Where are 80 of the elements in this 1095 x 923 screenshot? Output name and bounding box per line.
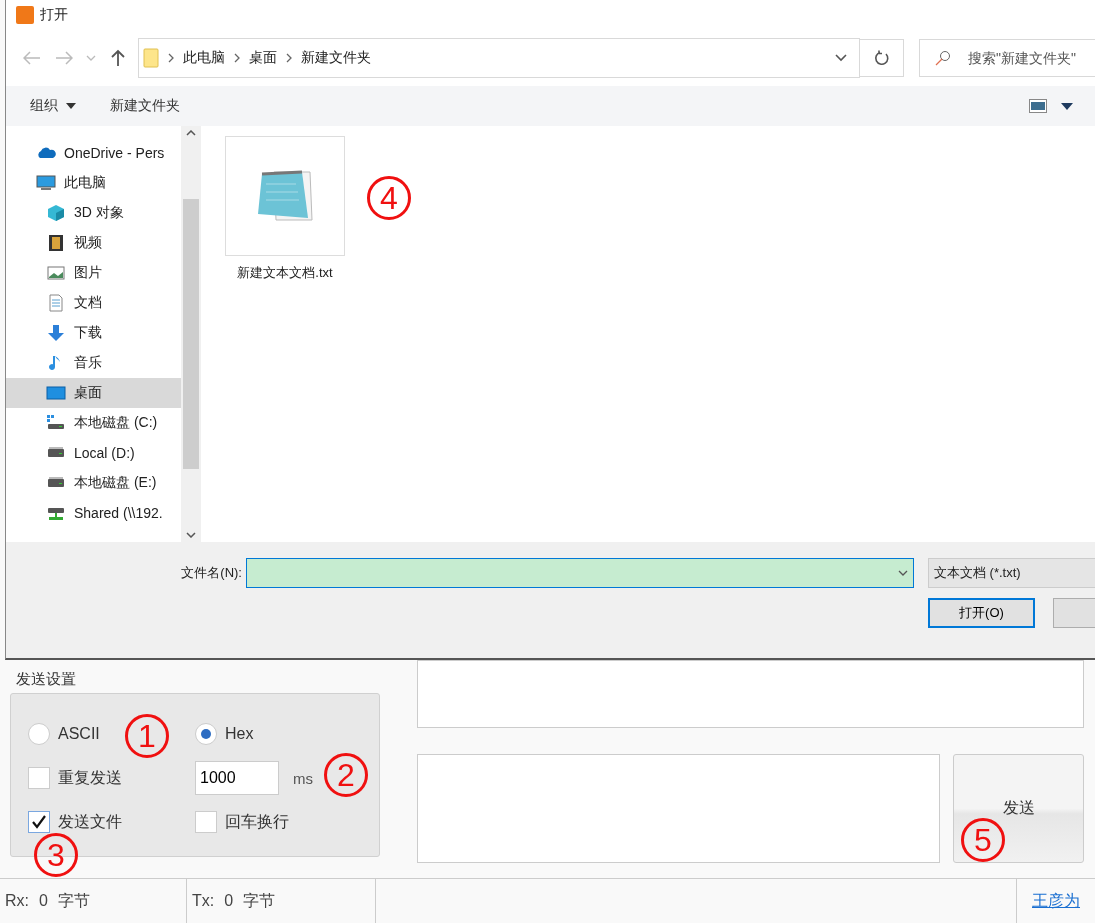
refresh-icon bbox=[873, 50, 890, 66]
checkbox-label: 重复发送 bbox=[58, 767, 122, 788]
folder-icon bbox=[143, 48, 159, 68]
checkbox-label: 回车换行 bbox=[225, 811, 289, 832]
scrollbar[interactable] bbox=[181, 126, 201, 542]
dropdown-icon[interactable] bbox=[835, 54, 847, 62]
new-folder-button[interactable]: 新建文件夹 bbox=[108, 95, 182, 117]
refresh-button[interactable] bbox=[860, 39, 904, 77]
up-arrow-icon bbox=[111, 49, 125, 67]
annotation-circle: 2 bbox=[324, 753, 368, 797]
breadcrumb[interactable]: 新建文件夹 bbox=[301, 49, 371, 67]
sidebar-item[interactable]: 图片 bbox=[6, 258, 181, 288]
window-title: 打开 bbox=[40, 6, 68, 24]
group-label: 发送设置 bbox=[15, 669, 77, 689]
chevron-icon bbox=[167, 53, 175, 63]
send-input[interactable] bbox=[417, 754, 940, 863]
interval-field[interactable]: 1000 bbox=[195, 761, 279, 795]
sidebar-item[interactable]: 3D 对象 bbox=[6, 198, 181, 228]
down-arrow-icon bbox=[46, 323, 66, 343]
rx-unit: 字节 bbox=[57, 890, 90, 911]
caret-icon[interactable] bbox=[1061, 102, 1073, 110]
checkbox[interactable] bbox=[195, 811, 217, 833]
picture-icon bbox=[46, 263, 66, 283]
unit-label: ms bbox=[293, 769, 313, 787]
checkbox[interactable] bbox=[28, 811, 50, 833]
desktop-icon bbox=[46, 383, 66, 403]
tx-count: 0 bbox=[224, 892, 234, 910]
organize-menu[interactable]: 组织 bbox=[28, 95, 78, 117]
scroll-down-icon[interactable] bbox=[186, 532, 196, 538]
cube-icon bbox=[46, 203, 66, 223]
file-name: 新建文本文档.txt bbox=[237, 264, 333, 282]
annotation-circle: 3 bbox=[34, 833, 78, 877]
sidebar-item[interactable]: 桌面 bbox=[6, 378, 181, 408]
rx-label: Rx: bbox=[5, 892, 29, 910]
tx-label: Tx: bbox=[192, 892, 215, 910]
annotation-circle: 4 bbox=[367, 176, 411, 220]
caret-icon bbox=[66, 103, 76, 109]
address-bar[interactable]: 此电脑 桌面 新建文件夹 bbox=[138, 38, 860, 78]
chevron-icon bbox=[233, 53, 241, 63]
forward-arrow-icon bbox=[55, 51, 73, 65]
open-button[interactable]: 打开(O) bbox=[928, 598, 1035, 628]
sidebar-item[interactable]: OneDrive - Pers bbox=[6, 138, 181, 168]
caret-icon bbox=[86, 55, 96, 61]
checkbox-label: 发送文件 bbox=[58, 811, 122, 832]
file-type-dropdown[interactable]: 文本文档 (*.txt) bbox=[928, 558, 1095, 588]
app-icon bbox=[16, 6, 34, 24]
radio-button[interactable] bbox=[28, 723, 50, 745]
sidebar-item[interactable]: 视频 bbox=[6, 228, 181, 258]
chevron-icon bbox=[285, 53, 293, 63]
file-thumbnail[interactable] bbox=[225, 136, 345, 256]
sidebar-item[interactable]: 音乐 bbox=[6, 348, 181, 378]
search-icon bbox=[935, 50, 951, 66]
annotation-circle: 5 bbox=[961, 818, 1005, 862]
computer-icon bbox=[36, 173, 56, 193]
scroll-up-icon[interactable] bbox=[186, 130, 196, 136]
sidebar-item[interactable]: 下载 bbox=[6, 318, 181, 348]
search-field[interactable]: 搜索"新建文件夹" bbox=[919, 39, 1095, 77]
author-link[interactable]: 王彦为 bbox=[1032, 890, 1080, 912]
radio-button[interactable] bbox=[195, 723, 217, 745]
sidebar-item[interactable]: Local (D:) bbox=[6, 438, 181, 468]
filename-label: 文件名(N): bbox=[181, 564, 243, 582]
breadcrumb[interactable]: 桌面 bbox=[249, 49, 277, 67]
document-icon bbox=[46, 293, 66, 313]
radio-label: Hex bbox=[225, 725, 254, 743]
sidebar-item[interactable]: 文档 bbox=[6, 288, 181, 318]
checkbox[interactable] bbox=[28, 767, 50, 789]
sidebar-item[interactable]: 本地磁盘 (C:) bbox=[6, 408, 181, 438]
back-arrow-icon bbox=[23, 51, 41, 65]
film-icon bbox=[46, 233, 66, 253]
dropdown-icon[interactable] bbox=[898, 570, 908, 576]
radio-label: ASCII bbox=[58, 725, 100, 743]
filename-field[interactable] bbox=[246, 558, 914, 588]
breadcrumb[interactable]: 此电脑 bbox=[183, 49, 225, 67]
tx-unit: 字节 bbox=[243, 890, 276, 911]
sidebar-item[interactable]: 此电脑 bbox=[6, 168, 181, 198]
view-icon[interactable] bbox=[1029, 99, 1047, 113]
annotation-circle: 1 bbox=[125, 714, 169, 758]
sidebar-item[interactable]: Shared (\\192. bbox=[6, 498, 181, 528]
rx-count: 0 bbox=[39, 892, 48, 910]
sidebar-item[interactable]: 本地磁盘 (E:) bbox=[6, 468, 181, 498]
